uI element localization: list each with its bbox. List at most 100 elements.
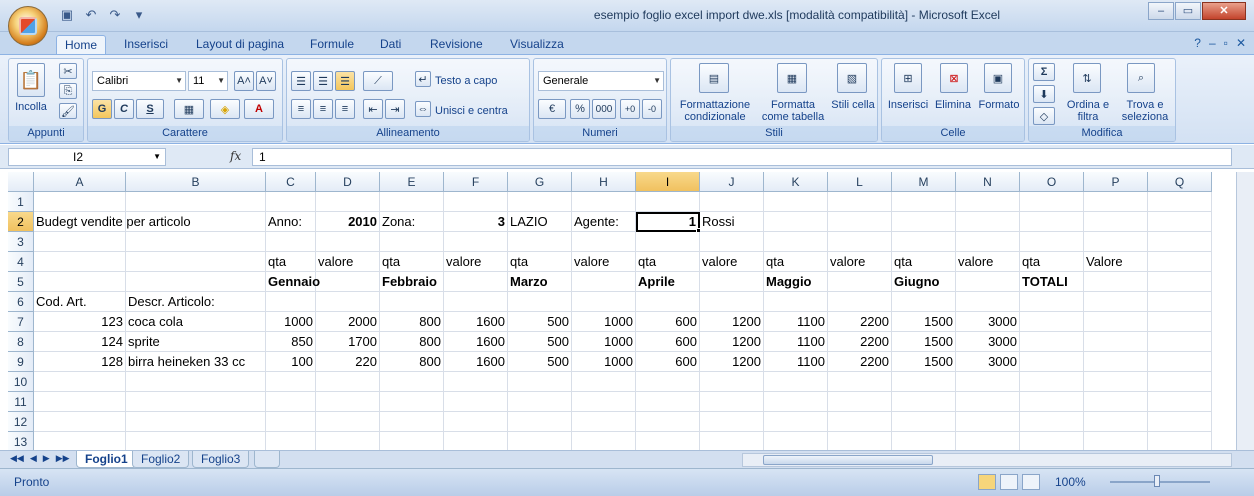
cell-p11[interactable] <box>1084 392 1148 412</box>
row-header-2[interactable]: 2 <box>8 212 34 232</box>
cell-f2[interactable]: 3 <box>444 212 508 232</box>
cell-q13[interactable] <box>1148 432 1212 450</box>
cell-g12[interactable] <box>508 412 572 432</box>
sheet-tab-foglio3[interactable]: Foglio3 <box>192 451 250 468</box>
cell-p5[interactable] <box>1084 272 1148 292</box>
fill-color-icon[interactable]: ◈ <box>210 99 240 119</box>
shrink-font-icon[interactable]: A˅ <box>256 71 276 91</box>
cell-g7[interactable]: 500 <box>508 312 572 332</box>
cell-h2[interactable]: Agente: <box>572 212 636 232</box>
next-sheet-icon[interactable]: ▶ <box>43 453 50 464</box>
cell-d5[interactable] <box>316 272 380 292</box>
cell-k11[interactable] <box>764 392 828 412</box>
cell-p7[interactable] <box>1084 312 1148 332</box>
cell-k5[interactable]: Maggio <box>764 272 828 292</box>
cell-k3[interactable] <box>764 232 828 252</box>
cell-p13[interactable] <box>1084 432 1148 450</box>
cell-b3[interactable] <box>126 232 266 252</box>
cell-l9[interactable]: 2200 <box>828 352 892 372</box>
cell-h12[interactable] <box>572 412 636 432</box>
cell-f4[interactable]: valore <box>444 252 508 272</box>
cell-a10[interactable] <box>34 372 126 392</box>
cell-q12[interactable] <box>1148 412 1212 432</box>
insert-function-icon[interactable]: fx <box>230 149 241 163</box>
cell-a1[interactable] <box>34 192 126 212</box>
cell-c7[interactable]: 1000 <box>266 312 316 332</box>
sort-filter-button[interactable]: Ordina e filtra <box>1063 99 1113 123</box>
cell-j11[interactable] <box>700 392 764 412</box>
cell-p2[interactable] <box>1084 212 1148 232</box>
cell-a7[interactable]: 123 <box>34 312 126 332</box>
column-header-n[interactable]: N <box>956 172 1020 192</box>
cell-b1[interactable] <box>126 192 266 212</box>
insert-cells-button[interactable]: Inserisci <box>884 99 932 111</box>
cell-d6[interactable] <box>316 292 380 312</box>
column-header-g[interactable]: G <box>508 172 572 192</box>
cell-f10[interactable] <box>444 372 508 392</box>
cell-j8[interactable]: 1200 <box>700 332 764 352</box>
cell-f1[interactable] <box>444 192 508 212</box>
cell-e5[interactable]: Febbraio <box>380 272 444 292</box>
cell-k7[interactable]: 1100 <box>764 312 828 332</box>
cell-m8[interactable]: 1500 <box>892 332 956 352</box>
page-break-view-icon[interactable] <box>1022 474 1040 490</box>
cell-l5[interactable] <box>828 272 892 292</box>
cell-m6[interactable] <box>892 292 956 312</box>
cell-c6[interactable] <box>266 292 316 312</box>
underline-button[interactable]: S <box>136 99 164 119</box>
decrease-indent-icon[interactable]: ⇤ <box>363 99 383 119</box>
cell-n6[interactable] <box>956 292 1020 312</box>
row-header-8[interactable]: 8 <box>8 332 34 352</box>
tab-revisione[interactable]: Revisione <box>422 35 491 54</box>
cell-g10[interactable] <box>508 372 572 392</box>
column-header-h[interactable]: H <box>572 172 636 192</box>
cell-q3[interactable] <box>1148 232 1212 252</box>
scroll-thumb[interactable] <box>763 455 933 465</box>
cell-h11[interactable] <box>572 392 636 412</box>
cell-a6[interactable]: Cod. Art. <box>34 292 126 312</box>
cell-g3[interactable] <box>508 232 572 252</box>
delete-cells-button[interactable]: Elimina <box>932 99 974 111</box>
sheet-tab-foglio2[interactable]: Foglio2 <box>132 451 190 468</box>
column-header-c[interactable]: C <box>266 172 316 192</box>
zoom-slider-thumb[interactable] <box>1154 475 1160 487</box>
cell-k13[interactable] <box>764 432 828 450</box>
cell-q8[interactable] <box>1148 332 1212 352</box>
cell-p1[interactable] <box>1084 192 1148 212</box>
format-cells-button[interactable]: Formato <box>976 99 1022 111</box>
cell-j9[interactable]: 1200 <box>700 352 764 372</box>
cut-icon[interactable]: ✂ <box>59 63 77 79</box>
cell-q11[interactable] <box>1148 392 1212 412</box>
cell-j3[interactable] <box>700 232 764 252</box>
cell-a12[interactable] <box>34 412 126 432</box>
cell-h9[interactable]: 1000 <box>572 352 636 372</box>
spreadsheet-grid[interactable]: A B C D E F G H I J K L M N O P Q 1 2 Budegt vendite per ar… <box>8 172 1236 450</box>
cell-j13[interactable] <box>700 432 764 450</box>
tab-formule[interactable]: Formule <box>302 35 362 54</box>
cell-f5[interactable] <box>444 272 508 292</box>
cell-e10[interactable] <box>380 372 444 392</box>
grow-font-icon[interactable]: A˄ <box>234 71 254 91</box>
cell-k9[interactable]: 1100 <box>764 352 828 372</box>
active-cell[interactable]: 1 <box>636 212 700 232</box>
cell-b6[interactable]: Descr. Articolo: <box>126 292 266 312</box>
maximize-button[interactable]: ▭ <box>1175 2 1201 20</box>
cell-i7[interactable]: 600 <box>636 312 700 332</box>
cell-k1[interactable] <box>764 192 828 212</box>
wrap-text-button[interactable]: Testo a capo <box>435 75 505 87</box>
cell-i1[interactable] <box>636 192 700 212</box>
tab-inserisci[interactable]: Inserisci <box>116 35 176 54</box>
number-format-select[interactable]: Generale ▼ <box>538 71 664 91</box>
cell-f8[interactable]: 1600 <box>444 332 508 352</box>
select-all-corner[interactable] <box>8 172 34 192</box>
cell-n13[interactable] <box>956 432 1020 450</box>
row-header-7[interactable]: 7 <box>8 312 34 332</box>
doc-minimize-icon[interactable]: – <box>1209 36 1216 50</box>
cell-o10[interactable] <box>1020 372 1084 392</box>
cell-l1[interactable] <box>828 192 892 212</box>
merge-center-button[interactable]: Unisci e centra <box>435 105 525 117</box>
column-header-q[interactable]: Q <box>1148 172 1212 192</box>
font-name-select[interactable]: Calibri ▼ <box>92 71 186 91</box>
cell-n3[interactable] <box>956 232 1020 252</box>
column-header-j[interactable]: J <box>700 172 764 192</box>
